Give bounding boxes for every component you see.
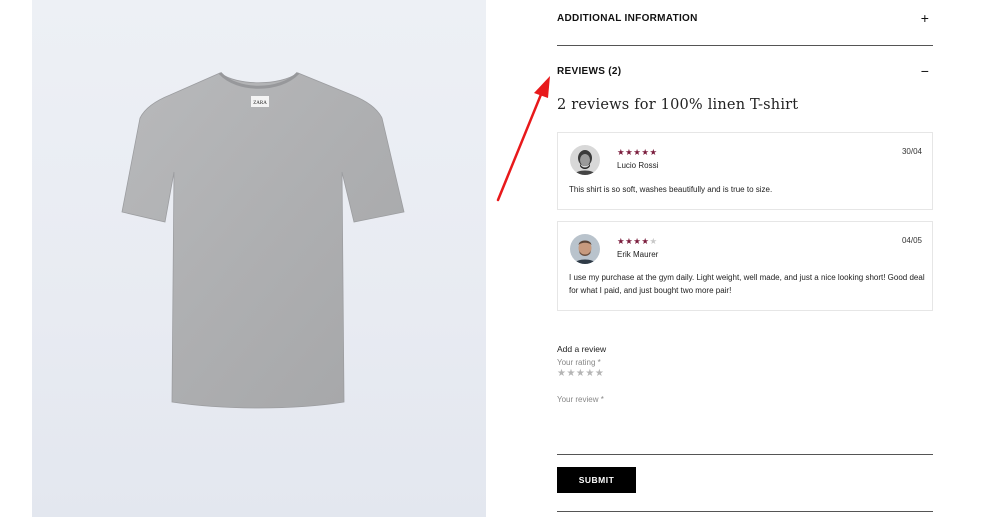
- review-date: 30/04: [901, 147, 922, 156]
- accordion-additional-information-label: ADDITIONAL INFORMATION: [557, 12, 698, 24]
- submit-button[interactable]: SUBMIT: [557, 467, 636, 493]
- review-text: I use my purchase at the gym daily. Ligh…: [569, 273, 925, 295]
- review-card: ★★★★★ Erik Maurer 04/05 I use my purchas…: [557, 221, 933, 311]
- divider: [557, 45, 933, 46]
- tshirt-image: ZARA: [121, 71, 405, 409]
- rating-label: Your rating *: [557, 358, 601, 367]
- review-field-underline: [557, 454, 933, 455]
- review-text: This shirt is so soft, washes beautifull…: [569, 185, 773, 194]
- star-filled-icon: ★★★★: [617, 236, 650, 246]
- reviews-title: 2 reviews for 100% linen T-shirt: [557, 97, 799, 113]
- review-rating: ★★★★★: [617, 236, 658, 246]
- reviewer-name: Erik Maurer: [617, 250, 659, 259]
- accordion-reviews-label: REVIEWS (2): [557, 65, 622, 77]
- divider: [557, 511, 933, 512]
- star-empty-icon: ★: [649, 236, 658, 246]
- add-review-heading: Add a review: [557, 344, 607, 354]
- star-filled-icon: ★★★★★: [617, 147, 658, 157]
- accordion-reviews[interactable]: REVIEWS (2) −: [557, 61, 933, 81]
- review-date: 04/05: [901, 236, 922, 245]
- rating-star-selector[interactable]: ★★★★★: [557, 368, 604, 379]
- product-details-panel: ADDITIONAL INFORMATION + REVIEWS (2) − 2…: [557, 0, 933, 517]
- accordion-additional-information[interactable]: ADDITIONAL INFORMATION +: [557, 8, 933, 28]
- review-card: ★★★★★ Lucio Rossi 30/04 This shirt is so…: [557, 132, 933, 210]
- review-rating: ★★★★★: [617, 147, 658, 157]
- plus-icon[interactable]: +: [917, 11, 933, 25]
- reviewer-name: Lucio Rossi: [617, 161, 659, 170]
- product-image: ZARA: [32, 0, 486, 517]
- tshirt-label: ZARA: [253, 101, 267, 106]
- reviewer-avatar: [570, 145, 600, 175]
- reviewer-avatar: [570, 234, 600, 264]
- review-textarea[interactable]: [557, 408, 933, 453]
- minus-icon[interactable]: −: [917, 64, 933, 78]
- review-label: Your review *: [557, 395, 604, 404]
